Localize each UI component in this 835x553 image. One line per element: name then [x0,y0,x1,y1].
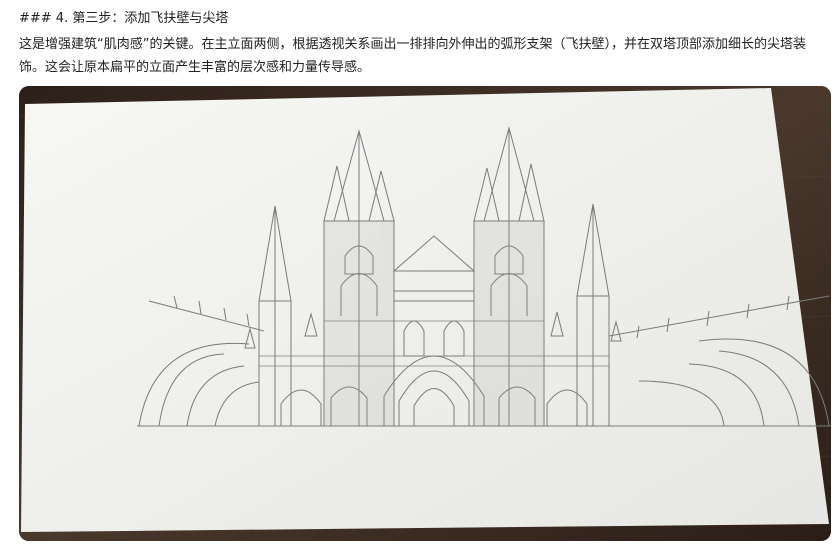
chat-message: ### 4. 第三步：添加飞扶壁与尖塔 这是增强建筑“肌肉感”的关键。在主立面两… [0,0,835,553]
sketch-illustration [19,86,831,541]
cathedral-sketch-image[interactable] [19,86,831,541]
section-heading: ### 4. 第三步：添加飞扶壁与尖塔 [19,11,229,26]
section-paragraph: 这是增强建筑“肌肉感”的关键。在主立面两侧，根据透视关系画出一排排向外伸出的弧形… [19,37,806,75]
paper-sheet [21,88,829,532]
